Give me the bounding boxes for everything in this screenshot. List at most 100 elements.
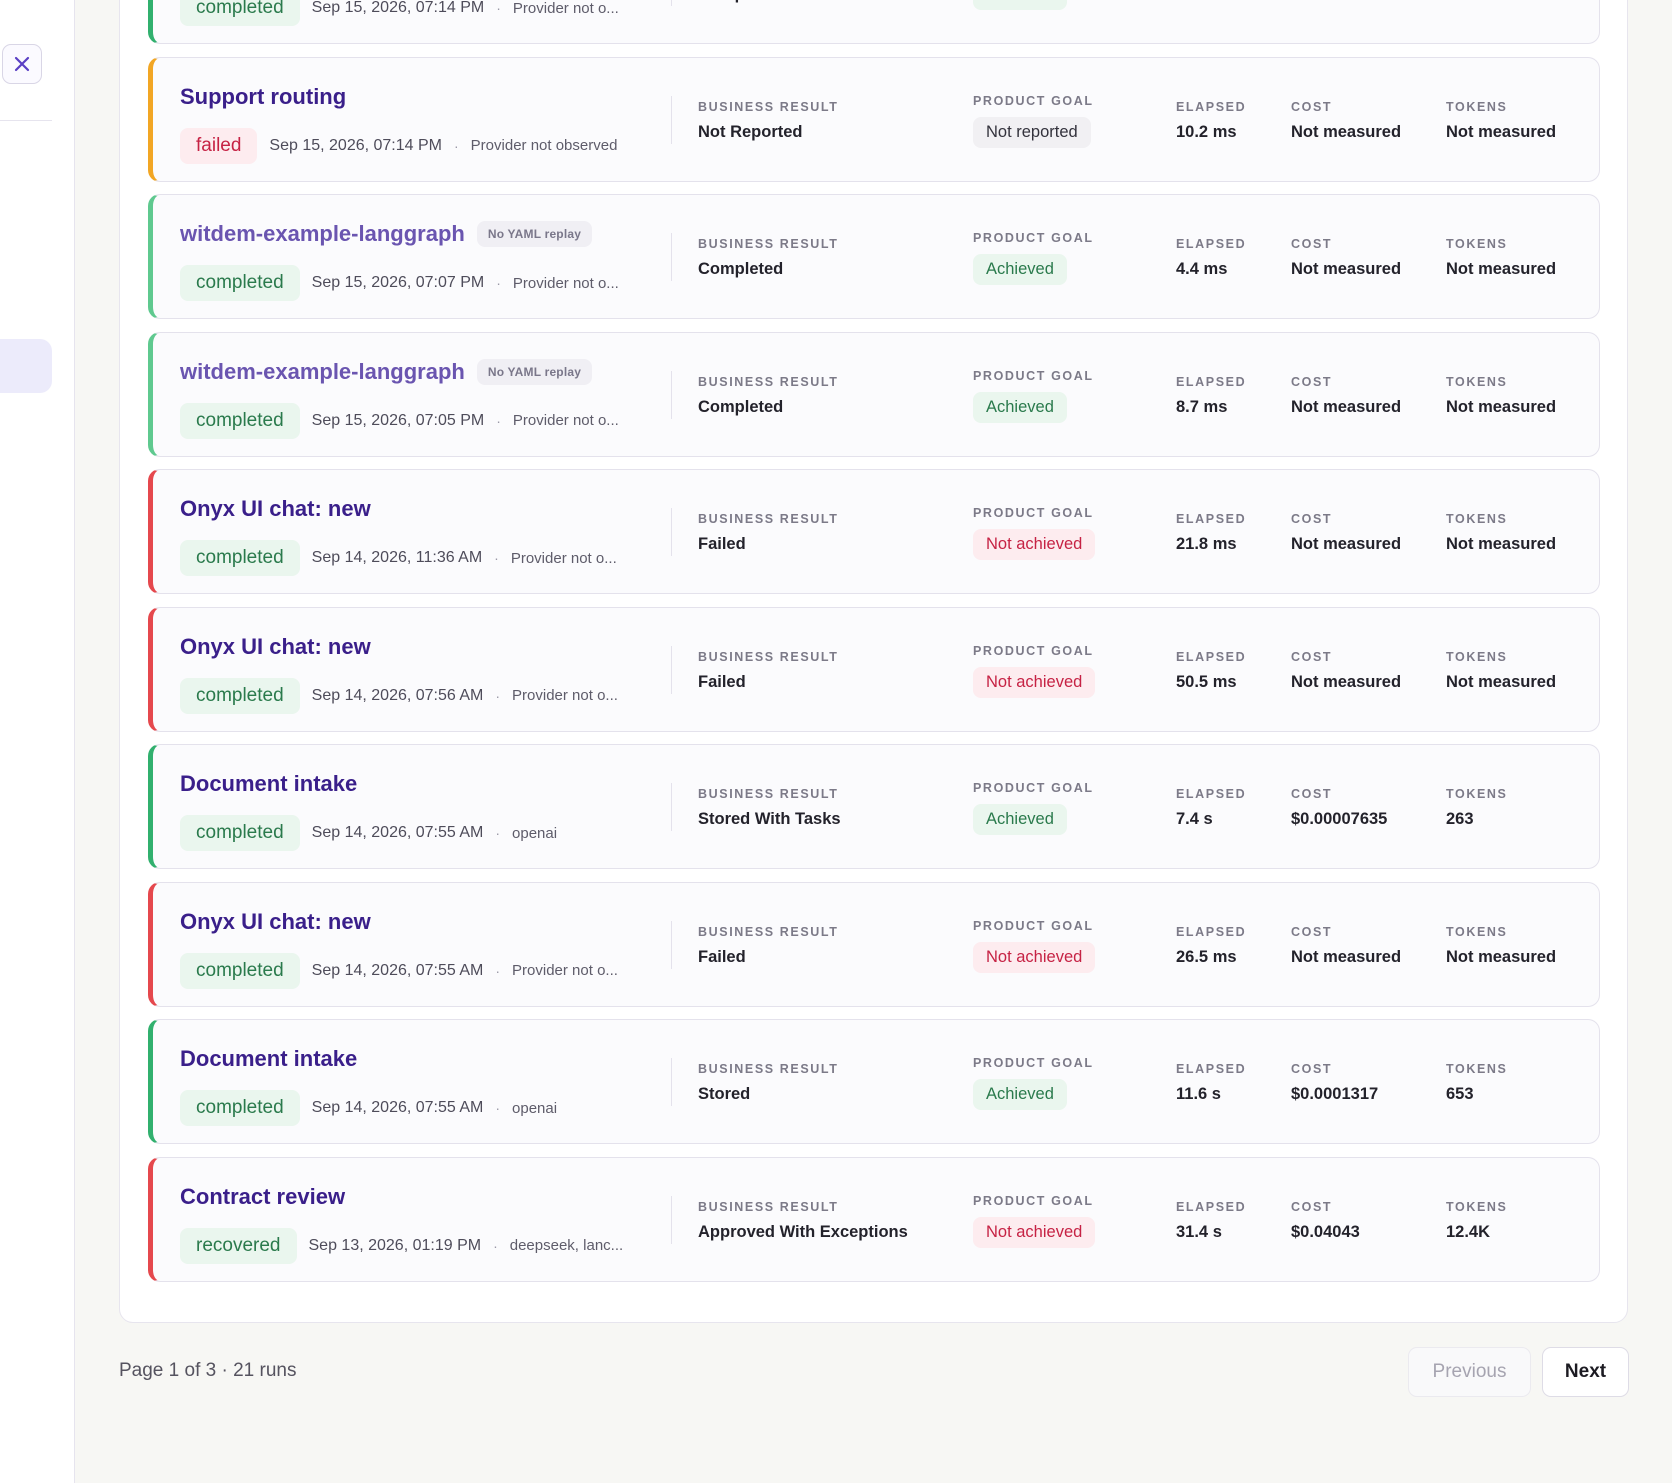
elapsed-value: 21.8 ms	[1176, 535, 1237, 553]
elapsed-column: Elapsed 8.7 ms	[1176, 375, 1246, 417]
elapsed-column: Elapsed 11.6 s	[1176, 1062, 1246, 1104]
previous-button[interactable]: Previous	[1408, 1347, 1531, 1397]
run-meta-row: completed Sep 15, 2026, 07:05 PM · Provider…	[180, 402, 619, 439]
cost-column: Cost $0.04043	[1291, 1200, 1360, 1242]
run-title-row: Support routing	[180, 84, 346, 110]
run-meta-row: completed Sep 14, 2026, 07:56 AM · Provider…	[180, 677, 618, 714]
cost-column: Cost $0.0001317	[1291, 1062, 1378, 1104]
cost-label: Cost	[1291, 1199, 1333, 1214]
tokens-column: Tokens Not measured	[1446, 237, 1556, 279]
business-result-value: Not Reported	[698, 122, 803, 141]
cost-column: Cost $0.00007635	[1291, 787, 1387, 829]
business-result-label: Business result	[698, 1062, 839, 1076]
status-badge: completed	[180, 952, 300, 989]
run-meta-row: completed Sep 14, 2026, 07:55 AM · openai	[180, 1090, 557, 1126]
next-button[interactable]: Next	[1542, 1347, 1629, 1397]
run-name-link[interactable]: Onyx UI chat: new	[180, 496, 371, 522]
run-card[interactable]: Onyx UI chat: new completed Sep 14, 2026, …	[148, 469, 1600, 594]
run-timestamp: Sep 14, 2026, 07:56 AM	[311, 686, 484, 704]
close-icon	[14, 56, 30, 72]
run-timestamp: Sep 15, 2026, 07:14 PM	[311, 0, 485, 16]
business-result-column: Business resultCompleted	[698, 375, 838, 417]
business-result-label: Business result	[698, 99, 839, 114]
product-goal-label: Product goal	[973, 918, 1094, 933]
cost-column: Cost Not measured	[1291, 237, 1401, 279]
product-goal-column: Product goal Not achieved	[973, 506, 1096, 560]
business-result-value: Stored	[698, 1085, 751, 1103]
status-badge: failed	[180, 127, 258, 164]
runs-list: completed Sep 15, 2026, 07:14 PM · Provider…	[148, 0, 1600, 1294]
elapsed-label: Elapsed	[1176, 649, 1247, 664]
sidebar-divider	[0, 120, 52, 121]
tokens-label: Tokens	[1446, 99, 1508, 114]
product-goal-label: Product goal	[973, 1193, 1094, 1208]
run-card[interactable]: Document intake completed Sep 14, 2026, 07…	[148, 1019, 1600, 1144]
elapsed-value: 11.6 s	[1176, 1085, 1221, 1103]
close-sidebar-button[interactable]	[2, 44, 42, 84]
elapsed-label: Elapsed	[1176, 1062, 1247, 1076]
cost-value: $0.0001317	[1291, 1085, 1379, 1103]
run-timestamp: Sep 15, 2026, 07:05 PM	[311, 411, 485, 429]
tokens-value: Not measured	[1446, 0, 1556, 4]
cost-value: Not measured	[1291, 0, 1401, 4]
run-name-link[interactable]: witdem-example-langgraph	[180, 359, 465, 385]
run-timestamp: Sep 14, 2026, 07:55 AM	[311, 1099, 484, 1116]
run-provider: deepseek, lanc...	[509, 1237, 624, 1254]
run-name-link[interactable]: Contract review	[180, 1184, 345, 1210]
elapsed-label: Elapsed	[1176, 1199, 1247, 1214]
run-timestamp: Sep 14, 2026, 11:36 AM	[311, 549, 483, 566]
run-card[interactable]: Contract review recovered Sep 13, 2026, 01…	[148, 1156, 1600, 1282]
column-divider	[671, 783, 672, 831]
run-provider: Provider not o...	[512, 962, 618, 979]
run-provider: openai	[512, 1099, 558, 1117]
product-goal-column: Product goal Not reported	[973, 94, 1094, 148]
column-divider	[671, 233, 672, 281]
separator-dot: ·	[495, 962, 501, 979]
run-name-link[interactable]: Document intake	[180, 1046, 357, 1072]
elapsed-label: Elapsed	[1176, 787, 1247, 801]
cost-column: Cost Not measured	[1291, 650, 1401, 692]
run-card[interactable]: witdem-example-langgraph No YAML replay co…	[148, 331, 1600, 457]
tokens-value: Not measured	[1446, 947, 1557, 966]
tokens-value: 263	[1446, 810, 1474, 828]
cost-value: Not measured	[1291, 122, 1402, 141]
separator-dot: ·	[454, 137, 459, 154]
business-result-label: Business result	[698, 374, 839, 389]
run-card[interactable]: Document intake completed Sep 14, 2026, 07…	[148, 744, 1600, 869]
run-name-link[interactable]: Onyx UI chat: new	[180, 634, 371, 660]
column-divider	[671, 920, 672, 969]
status-badge: completed	[180, 540, 300, 576]
run-card[interactable]: witdem-example-langgraph No YAML replay co…	[148, 194, 1600, 319]
elapsed-value: 7.4 s	[1176, 810, 1213, 828]
run-card[interactable]: Support routing failed Sep 15, 2026, 07:14…	[148, 56, 1600, 182]
run-title-row: witdem-example-langgraph No YAML replay	[180, 358, 593, 385]
run-card[interactable]: Onyx UI chat: new completed Sep 14, 2026, …	[148, 606, 1600, 732]
column-divider	[671, 645, 672, 694]
cost-label: Cost	[1291, 649, 1333, 664]
cost-value: Not measured	[1291, 672, 1402, 691]
tokens-value: 12.4K	[1446, 1222, 1491, 1241]
status-badge: completed	[180, 402, 300, 439]
status-badge: completed	[180, 0, 300, 26]
business-result-label: Business result	[698, 512, 839, 526]
business-result-value: Stored With Tasks	[698, 810, 841, 828]
status-badge: recovered	[180, 1227, 297, 1264]
run-title-row: witdem-example-langgraph No YAML replay	[180, 221, 593, 247]
run-name-link[interactable]: witdem-example-langgraph	[180, 221, 465, 247]
run-card[interactable]: completed Sep 15, 2026, 07:14 PM · Provider…	[148, 0, 1600, 44]
product-goal-label: Product goal	[973, 93, 1094, 108]
cost-label: Cost	[1291, 1062, 1333, 1076]
run-timestamp: Sep 13, 2026, 01:19 PM	[308, 1236, 482, 1254]
product-goal-label: Product goal	[973, 643, 1094, 658]
business-result-column: Business result Approved With Exceptions	[698, 1200, 908, 1242]
business-result-column: Business result Not Reported	[698, 100, 838, 142]
run-card[interactable]: Onyx UI chat: new completed Sep 14, 2026, …	[148, 881, 1600, 1007]
tokens-label: Tokens	[1446, 374, 1508, 389]
run-name-link[interactable]: Support routing	[180, 84, 346, 110]
run-provider: Provider not o...	[512, 412, 619, 429]
business-result-column: Business resultCompleted	[698, 0, 838, 4]
run-name-link[interactable]: Onyx UI chat: new	[180, 909, 371, 935]
run-title-row: Onyx UI chat: new	[180, 634, 371, 660]
run-name-link[interactable]: Document intake	[180, 771, 357, 797]
sidebar-item-active[interactable]	[0, 339, 52, 393]
